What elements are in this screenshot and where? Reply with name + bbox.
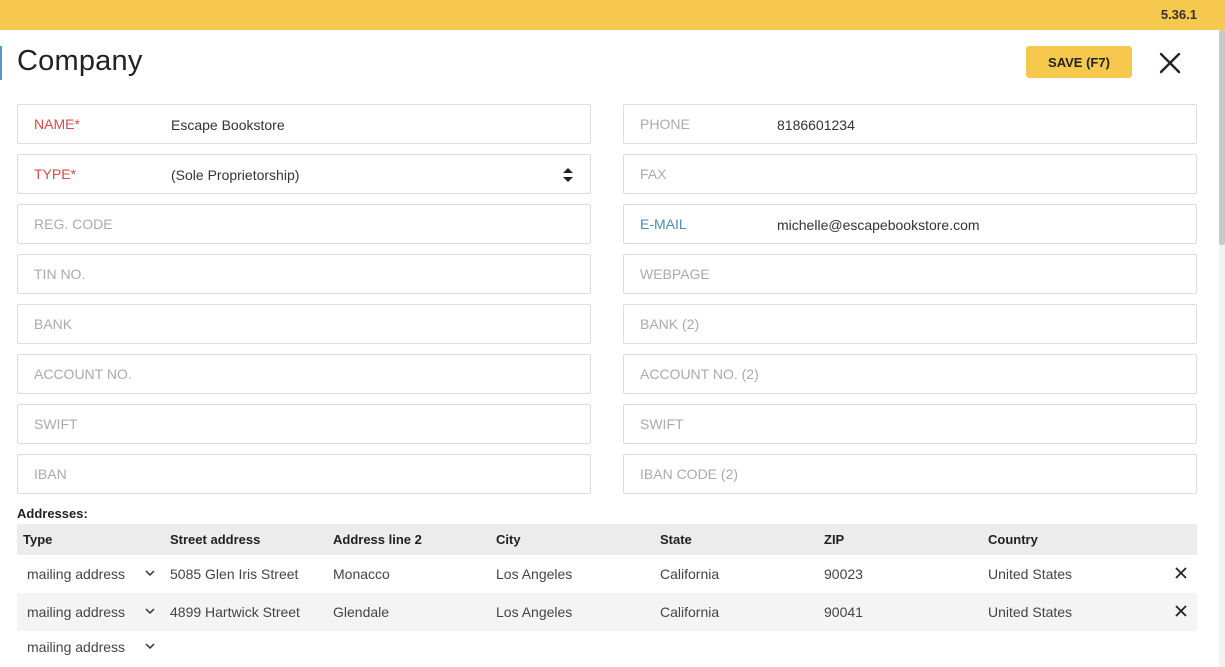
swift-2-field[interactable]: SWIFT [623, 404, 1197, 444]
swift-2-label: SWIFT [640, 416, 684, 432]
new-address-row: mailing address [17, 631, 1197, 667]
chevron-down-icon[interactable] [144, 640, 156, 652]
reg-code-label: REG. CODE [34, 216, 113, 232]
fax-label: FAX [640, 166, 667, 182]
bank-field[interactable]: BANK [17, 304, 591, 344]
addresses-title: Addresses: [17, 506, 88, 521]
email-field[interactable]: E-MAIL michelle@escapebookstore.com [623, 204, 1197, 244]
address-type-select[interactable]: mailing address [27, 639, 125, 655]
email-label: E-MAIL [640, 216, 687, 232]
account-no-2-label: ACCOUNT NO. (2) [640, 366, 759, 382]
email-value[interactable]: michelle@escapebookstore.com [777, 217, 980, 233]
header-zip: ZIP [824, 532, 845, 547]
name-field[interactable]: NAME* Escape Bookstore [17, 104, 591, 144]
name-label: NAME* [34, 116, 80, 132]
delete-row-icon[interactable] [1174, 566, 1188, 580]
phone-value[interactable]: 8186601234 [777, 117, 855, 133]
page-title: Company [17, 45, 143, 77]
addresses-table: Type Street address Address line 2 City … [17, 524, 1197, 667]
phone-label: PHONE [640, 116, 690, 132]
city-cell[interactable]: Los Angeles [496, 566, 572, 582]
iban-label: IBAN [34, 466, 67, 482]
swift-field[interactable]: SWIFT [17, 404, 591, 444]
iban-field[interactable]: IBAN [17, 454, 591, 494]
select-arrows-icon [563, 168, 573, 182]
header-street: Street address [170, 532, 261, 547]
street-cell[interactable]: 5085 Glen Iris Street [170, 566, 298, 582]
account-no-label: ACCOUNT NO. [34, 366, 132, 382]
address-line-2-cell[interactable]: Monacco [333, 566, 390, 582]
state-cell[interactable]: California [660, 566, 719, 582]
account-no-2-field[interactable]: ACCOUNT NO. (2) [623, 354, 1197, 394]
header-city: City [496, 532, 521, 547]
account-no-field[interactable]: ACCOUNT NO. [17, 354, 591, 394]
swift-label: SWIFT [34, 416, 78, 432]
close-icon[interactable] [1154, 47, 1186, 79]
webpage-label: WEBPAGE [640, 266, 710, 282]
tin-no-label: TIN NO. [34, 266, 86, 282]
address-type-select[interactable]: mailing address [27, 566, 125, 582]
street-cell[interactable]: 4899 Hartwick Street [170, 604, 300, 620]
phone-field[interactable]: PHONE 8186601234 [623, 104, 1197, 144]
addresses-header-row: Type Street address Address line 2 City … [17, 524, 1197, 555]
address-type-select[interactable]: mailing address [27, 604, 125, 620]
left-accent-bar [0, 46, 2, 80]
delete-row-icon[interactable] [1174, 604, 1188, 618]
address-line-2-cell[interactable]: Glendale [333, 604, 389, 620]
zip-cell[interactable]: 90041 [824, 604, 863, 620]
webpage-field[interactable]: WEBPAGE [623, 254, 1197, 294]
header-country: Country [988, 532, 1038, 547]
tin-no-field[interactable]: TIN NO. [17, 254, 591, 294]
country-cell[interactable]: United States [988, 566, 1072, 582]
chevron-down-icon[interactable] [144, 567, 156, 579]
top-bar: 5.36.1 [0, 0, 1225, 30]
header-state: State [660, 532, 692, 547]
scrollbar-thumb[interactable] [1219, 30, 1225, 245]
header-address-line-2: Address line 2 [333, 532, 422, 547]
fax-field[interactable]: FAX [623, 154, 1197, 194]
city-cell[interactable]: Los Angeles [496, 604, 572, 620]
type-select[interactable]: TYPE* (Sole Proprietorship) [17, 154, 591, 194]
app-version: 5.36.1 [1160, 7, 1197, 22]
bank-2-field[interactable]: BANK (2) [623, 304, 1197, 344]
iban-code-2-label: IBAN CODE (2) [640, 466, 739, 482]
bank-2-label: BANK (2) [640, 316, 700, 332]
state-cell[interactable]: California [660, 604, 719, 620]
iban-code-2-field[interactable]: IBAN CODE (2) [623, 454, 1197, 494]
chevron-down-icon[interactable] [144, 605, 156, 617]
table-row: mailing address 5085 Glen Iris Street Mo… [17, 555, 1197, 593]
type-label: TYPE* [34, 166, 77, 182]
save-button[interactable]: SAVE (F7) [1026, 46, 1132, 78]
table-row: mailing address 4899 Hartwick Street Gle… [17, 593, 1197, 631]
reg-code-field[interactable]: REG. CODE [17, 204, 591, 244]
type-value[interactable]: (Sole Proprietorship) [171, 167, 299, 183]
zip-cell[interactable]: 90023 [824, 566, 863, 582]
name-value[interactable]: Escape Bookstore [171, 117, 285, 133]
header-type: Type [23, 532, 53, 547]
bank-label: BANK [34, 316, 73, 332]
country-cell[interactable]: United States [988, 604, 1072, 620]
